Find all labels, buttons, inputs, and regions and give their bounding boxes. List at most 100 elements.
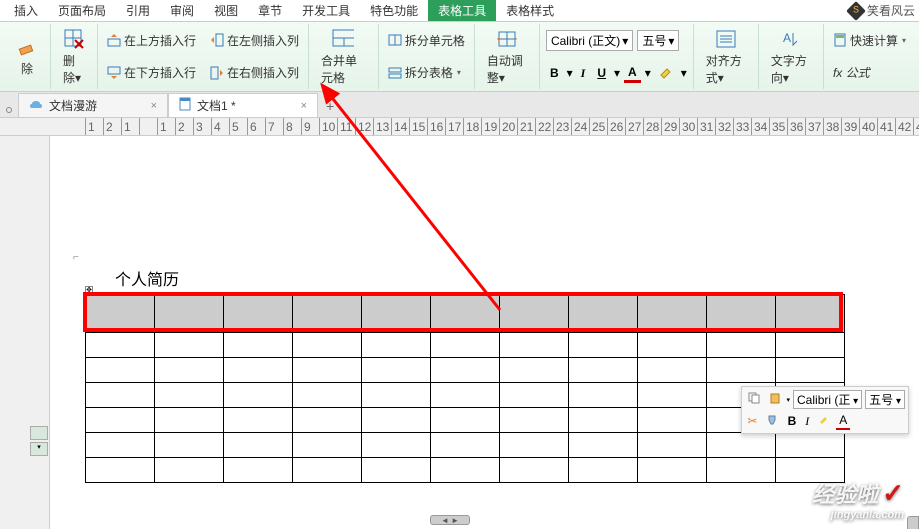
table-row bbox=[86, 358, 845, 383]
autofit-button[interactable]: 自动调整▾ bbox=[481, 24, 533, 90]
menu-view[interactable]: 视图 bbox=[204, 0, 248, 21]
insert-right-icon bbox=[210, 66, 224, 80]
font-size-select[interactable]: 五号▾ bbox=[637, 30, 679, 51]
document-icon bbox=[179, 97, 191, 114]
menu-developer[interactable]: 开发工具 bbox=[292, 0, 360, 21]
bottom-resize-handle[interactable]: ◄ ► bbox=[430, 515, 470, 525]
font-name-select[interactable]: Calibri (正文)▾ bbox=[546, 30, 633, 51]
align-label: 对齐方式▾ bbox=[706, 52, 746, 86]
user-label: 笑看风云 bbox=[867, 2, 915, 19]
delete-table-icon bbox=[63, 28, 85, 50]
doc-tab-roaming[interactable]: 文档漫游 × bbox=[18, 93, 168, 117]
bold-button[interactable]: B bbox=[546, 65, 563, 81]
menu-references[interactable]: 引用 bbox=[116, 0, 160, 21]
split-cell-icon bbox=[388, 33, 402, 47]
quick-calc-button[interactable]: 快速计算▾ bbox=[830, 30, 909, 51]
table-row bbox=[86, 295, 845, 333]
table-row bbox=[86, 333, 845, 358]
insert-row-below-button[interactable]: 在下方插入行 bbox=[104, 62, 199, 83]
underline-button[interactable]: U bbox=[593, 65, 610, 81]
table-row bbox=[86, 433, 845, 458]
mini-italic-button[interactable]: I bbox=[802, 413, 812, 430]
mini-bold-button[interactable]: B bbox=[785, 413, 800, 429]
ribbon-group-delete: 删除▾ bbox=[51, 24, 98, 89]
table-row bbox=[86, 458, 845, 483]
italic-button[interactable]: I bbox=[577, 65, 590, 82]
insert-col-right-button[interactable]: 在右侧插入列 bbox=[207, 62, 302, 83]
split-cell-button[interactable]: 拆分单元格 bbox=[385, 30, 468, 51]
anchor-icon: ⌐ bbox=[73, 252, 79, 263]
ribbon-group-calc: 快速计算▾ fx 公式 bbox=[824, 24, 915, 89]
table-row bbox=[86, 383, 845, 408]
insert-col-left-button[interactable]: 在左侧插入列 bbox=[207, 30, 302, 51]
eraser-icon bbox=[16, 36, 38, 58]
mini-floating-toolbar[interactable]: ▾ Calibri (正 ▾ 五号 ▾ ✂ B I A bbox=[741, 386, 910, 434]
insert-right-label: 在右侧插入列 bbox=[227, 64, 299, 81]
insert-row-above-button[interactable]: 在上方插入行 bbox=[104, 30, 199, 51]
document-page: ⌐ ✥ 个人简历 bbox=[85, 266, 845, 483]
cut-button[interactable]: ✂ bbox=[745, 413, 761, 429]
ribbon-group-font: Calibri (正文)▾ 五号▾ B▾ I U▾ A▾ ▾ bbox=[540, 24, 694, 89]
tab-close-button[interactable]: × bbox=[301, 100, 307, 112]
tab-label: 文档漫游 bbox=[49, 97, 97, 114]
watermark-url: jingyanla.com bbox=[831, 509, 904, 521]
menu-review[interactable]: 审阅 bbox=[160, 0, 204, 21]
ribbon-group-clear: 除 bbox=[4, 24, 51, 89]
highlight-button[interactable] bbox=[655, 64, 677, 83]
document-tab-bar: 文档漫游 × 文档1 * × + bbox=[0, 92, 919, 118]
paste-button[interactable] bbox=[766, 391, 784, 408]
mini-size-select[interactable]: 五号 ▾ bbox=[865, 390, 905, 409]
tab-label: 文档1 * bbox=[197, 97, 236, 114]
ribbon-group-autofit: 自动调整▾ bbox=[475, 24, 540, 89]
cloud-icon bbox=[29, 99, 43, 113]
resume-table[interactable] bbox=[85, 294, 845, 483]
checkmark-icon: ✓ bbox=[882, 478, 904, 509]
table-container bbox=[85, 294, 845, 483]
font-color-button[interactable]: A bbox=[624, 64, 641, 83]
table-move-handle[interactable]: ✥ bbox=[85, 286, 93, 294]
format-painter-button[interactable] bbox=[764, 413, 782, 430]
text-direction-icon: A bbox=[780, 28, 802, 50]
ribbon-group-align: 对齐方式▾ bbox=[694, 24, 759, 89]
menu-sections[interactable]: 章节 bbox=[248, 0, 292, 21]
insert-left-label: 在左侧插入列 bbox=[227, 32, 299, 49]
horizontal-ruler[interactable]: 1211234567891011121314151617181920212223… bbox=[0, 118, 919, 136]
side-control-button[interactable] bbox=[30, 426, 48, 440]
merge-cells-button[interactable]: 合并单元格 bbox=[315, 24, 372, 90]
delete-button[interactable]: 删除▾ bbox=[57, 24, 91, 90]
left-margin bbox=[0, 136, 50, 529]
menu-page-layout[interactable]: 页面布局 bbox=[48, 0, 116, 21]
text-direction-button[interactable]: A 文字方向▾ bbox=[765, 24, 817, 90]
doc-tab-document1[interactable]: 文档1 * × bbox=[168, 93, 318, 117]
align-button[interactable]: 对齐方式▾ bbox=[700, 24, 752, 90]
menu-features[interactable]: 特色功能 bbox=[360, 0, 428, 21]
right-resize-handle[interactable] bbox=[907, 516, 919, 529]
quick-calc-label: 快速计算 bbox=[850, 32, 898, 49]
formula-label: fx 公式 bbox=[833, 64, 870, 81]
mini-font-select[interactable]: Calibri (正 ▾ bbox=[793, 390, 862, 409]
document-title[interactable]: 个人简历 bbox=[115, 266, 845, 290]
mini-font-color-button[interactable]: A bbox=[836, 412, 850, 430]
clear-button[interactable]: 除 bbox=[10, 32, 44, 81]
merge-label: 合并单元格 bbox=[321, 52, 366, 86]
align-icon bbox=[715, 28, 737, 50]
menu-insert[interactable]: 插入 bbox=[4, 0, 48, 21]
direction-label: 文字方向▾ bbox=[771, 52, 811, 86]
left-side-controls: ▾ bbox=[30, 426, 48, 456]
menu-table-tools[interactable]: 表格工具 bbox=[428, 0, 496, 21]
side-control-dropdown[interactable]: ▾ bbox=[30, 442, 48, 456]
autofit-icon bbox=[496, 28, 518, 50]
add-tab-button[interactable]: + bbox=[318, 95, 342, 117]
menu-bar: 插入 页面布局 引用 审阅 视图 章节 开发工具 特色功能 表格工具 表格样式 … bbox=[0, 0, 919, 22]
calculator-icon bbox=[833, 33, 847, 47]
menu-table-style[interactable]: 表格样式 bbox=[496, 0, 564, 21]
tab-close-button[interactable]: × bbox=[151, 100, 157, 112]
formula-button[interactable]: fx 公式 bbox=[830, 62, 909, 83]
split-table-button[interactable]: 拆分表格▾ bbox=[385, 62, 468, 83]
copy-button[interactable] bbox=[745, 391, 763, 408]
ribbon-group-split: 拆分单元格 拆分表格▾ bbox=[379, 24, 475, 89]
tab-indicator-icon bbox=[6, 107, 12, 113]
merge-cells-icon bbox=[332, 28, 354, 50]
insert-left-icon bbox=[210, 33, 224, 47]
mini-highlight-button[interactable] bbox=[815, 413, 833, 430]
